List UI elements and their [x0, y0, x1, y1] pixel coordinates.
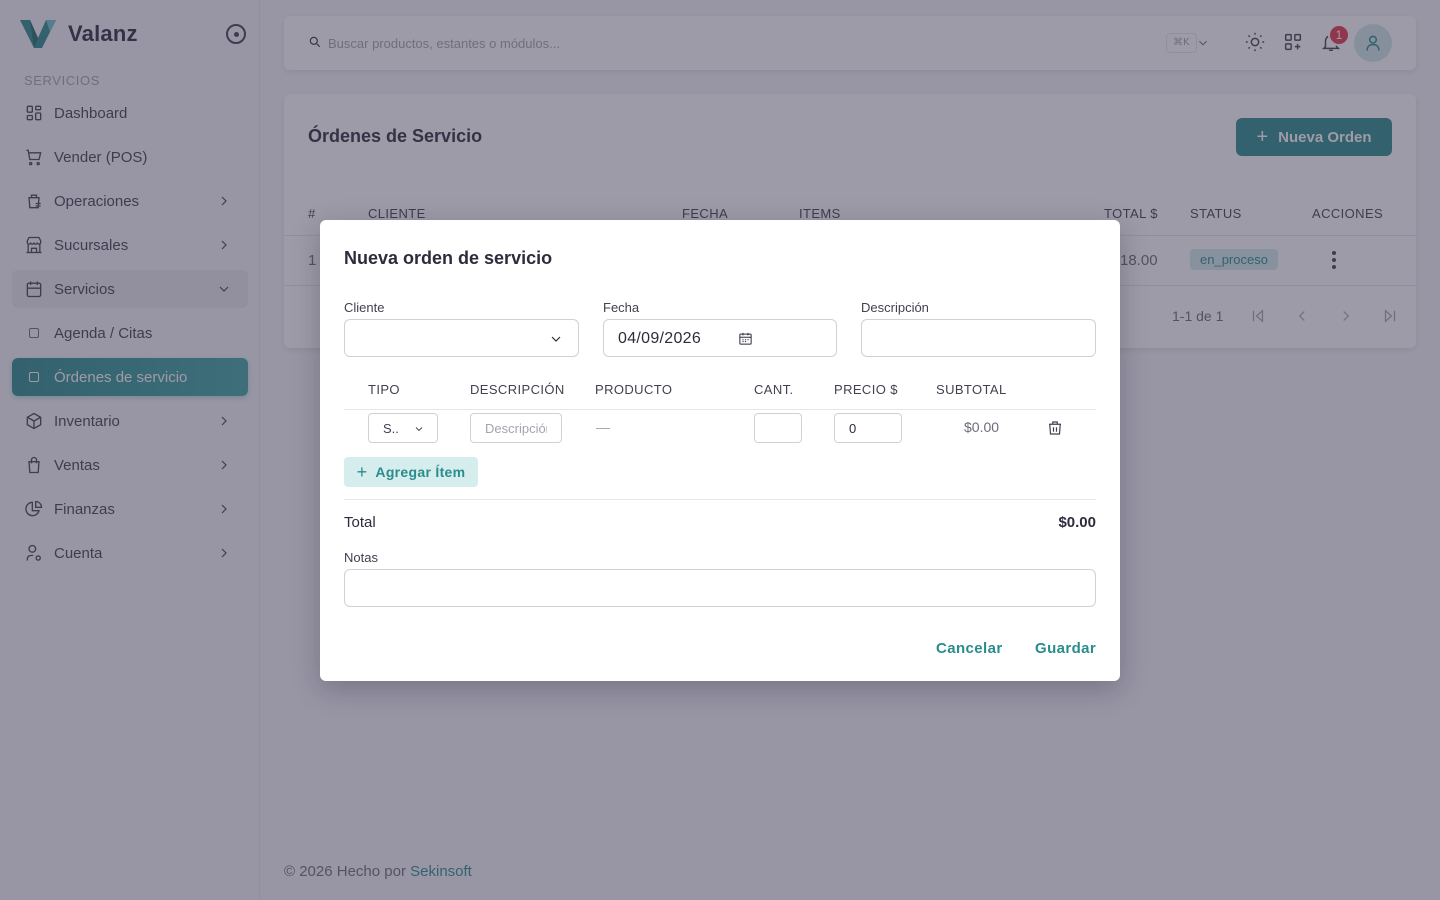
fecha-value: 04/09/2026 [618, 330, 702, 347]
column-header: PRECIO $ [834, 382, 898, 397]
cantidad-field[interactable] [754, 413, 802, 443]
item-producto: — [596, 419, 610, 435]
fecha-label: Fecha [603, 300, 640, 315]
new-service-order-dialog: Nueva orden de servicio Cliente Fecha 04… [320, 220, 1120, 681]
total-label: Total [344, 514, 376, 531]
descripcion-label: Descripción [861, 300, 929, 315]
column-header: DESCRIPCIÓN [470, 382, 565, 397]
chevron-down-icon [548, 331, 564, 347]
total-value: $0.00 [1058, 514, 1096, 531]
descripcion-input[interactable] [862, 320, 1095, 356]
column-header: PRODUCTO [595, 382, 673, 397]
dialog-title: Nueva orden de servicio [344, 248, 553, 268]
plus-icon: + [356, 462, 368, 482]
item-descripcion-input[interactable] [471, 414, 561, 442]
descripcion-field[interactable] [861, 319, 1096, 357]
precio-field[interactable] [834, 413, 902, 443]
column-header: CANT. [754, 382, 794, 397]
column-header: SUBTOTAL [936, 382, 1007, 397]
precio-input[interactable] [835, 414, 901, 442]
chevron-down-icon [413, 423, 425, 435]
add-item-label: Agregar Ítem [375, 464, 466, 480]
save-button[interactable]: Guardar [1035, 640, 1096, 657]
notas-field[interactable] [344, 569, 1096, 607]
item-descripcion-field[interactable] [470, 413, 562, 443]
column-header: TIPO [368, 382, 400, 397]
cantidad-input[interactable] [755, 414, 801, 442]
cliente-label: Cliente [344, 300, 385, 315]
cancel-button[interactable]: Cancelar [936, 640, 1003, 657]
cliente-select[interactable] [344, 319, 579, 357]
fecha-date-input[interactable]: 04/09/2026 [603, 319, 837, 357]
calendar-icon[interactable] [738, 331, 753, 346]
item-subtotal: $0.00 [964, 419, 1000, 435]
tipo-value: S.. [383, 421, 399, 436]
trash-icon[interactable] [1046, 419, 1064, 437]
items-table-header: TIPO DESCRIPCIÓN PRODUCTO CANT. PRECIO $… [344, 370, 1096, 410]
add-item-button[interactable]: + Agregar Ítem [344, 457, 478, 487]
notas-input[interactable] [345, 570, 1095, 606]
divider [344, 499, 1096, 500]
tipo-select[interactable]: S.. [368, 413, 438, 443]
notas-label: Notas [344, 550, 378, 565]
